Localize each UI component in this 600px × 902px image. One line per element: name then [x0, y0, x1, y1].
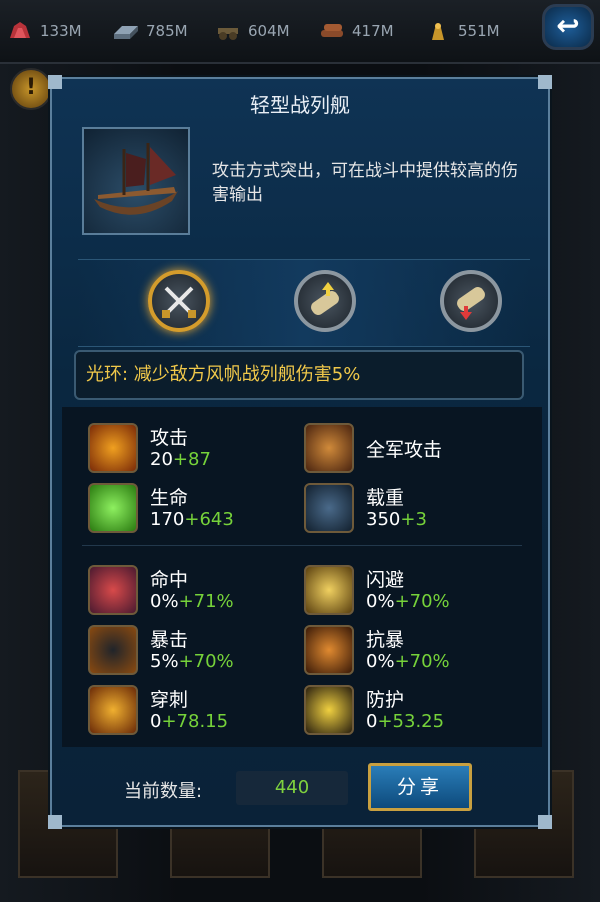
stat-label: 闪避	[366, 569, 405, 591]
tab-downgrade[interactable]	[440, 270, 502, 332]
stat-value: 0%+70%	[366, 591, 450, 612]
stat-bonus: +70%	[394, 591, 450, 612]
crossed-swords-icon	[162, 286, 196, 318]
stat-value: 20+87	[150, 449, 211, 470]
pierce-icon	[88, 685, 138, 735]
resource-value: 604M	[248, 22, 290, 40]
info-tab-strip	[78, 259, 530, 347]
stat-label: 全军攻击	[366, 439, 443, 461]
stat-value: 0%+71%	[150, 591, 234, 612]
gold-coins-icon	[424, 20, 452, 42]
shield-burst-icon	[304, 625, 354, 675]
stat-base: 5%	[150, 651, 179, 672]
resource-item: 133M	[6, 18, 82, 44]
sailing-ship-icon	[94, 143, 178, 215]
resource-value: 785M	[146, 22, 188, 40]
count-value: 440	[236, 771, 348, 805]
stat-base: 0%	[150, 591, 179, 612]
stat-label: 载重	[366, 487, 405, 509]
stat-base: 0%	[366, 651, 395, 672]
alert-icon[interactable]: !	[10, 68, 52, 110]
stat-bonus: +71%	[178, 591, 234, 612]
back-arrow-icon: ↩	[556, 9, 580, 42]
stat-base: 20	[150, 449, 173, 470]
resource-item: 604M	[214, 18, 290, 44]
stat-value: 170+643	[150, 509, 234, 530]
stat-bonus: +3	[400, 509, 427, 530]
scroll-down-icon	[457, 287, 485, 320]
stat-label: 生命	[150, 487, 189, 509]
stat-base: 350	[366, 509, 401, 530]
stat-label: 穿刺	[150, 689, 189, 711]
cannon-icon	[214, 20, 242, 42]
attack-icon	[88, 423, 138, 473]
scroll-up-icon	[311, 282, 339, 315]
dodge-icon	[304, 565, 354, 615]
stat-base: 0	[366, 711, 378, 732]
resource-bar: 133M 785M 604M 417M 551M ↩	[0, 0, 600, 64]
stat-bonus: +87	[172, 449, 211, 470]
unit-info-panel: 轻型战列舰 攻击方式突出，可在战斗中提供较高的伤害输出 光环: 减少敌方风帆战列…	[48, 75, 552, 829]
stat-bonus: +70%	[394, 651, 450, 672]
resource-item: 785M	[112, 18, 188, 44]
stat-base: 0%	[366, 591, 395, 612]
stat-label: 抗暴	[366, 629, 405, 651]
iron-ingot-icon	[112, 20, 140, 42]
stat-value: 0+78.15	[150, 711, 228, 732]
stat-bonus: +643	[184, 509, 234, 530]
heart-icon	[88, 483, 138, 533]
stat-label: 防护	[366, 689, 405, 711]
stat-label: 命中	[150, 569, 189, 591]
resource-item: 551M	[424, 18, 500, 44]
panel-corner	[48, 75, 62, 89]
stat-value: 350+3	[366, 509, 427, 530]
stat-value: 0%+70%	[366, 651, 450, 672]
resource-value: 551M	[458, 22, 500, 40]
stats-divider	[82, 545, 522, 546]
count-label: 当前数量:	[124, 781, 203, 802]
stat-base: 170	[150, 509, 185, 530]
panel-corner	[538, 815, 552, 829]
back-button[interactable]: ↩	[542, 4, 594, 50]
panel-corner	[538, 75, 552, 89]
stat-base: 0	[150, 711, 162, 732]
cannonball-icon	[88, 625, 138, 675]
stat-bonus: +70%	[178, 651, 234, 672]
ship-description: 攻击方式突出，可在战斗中提供较高的伤害输出	[212, 161, 518, 205]
panel-corner	[48, 815, 62, 829]
tab-upgrade[interactable]	[294, 270, 356, 332]
ship-portrait	[82, 127, 190, 235]
stats-table: 攻击 20+87 全军攻击 生命 170+643 载重 350+3 命中 0%+…	[62, 407, 542, 747]
aura-text: 光环: 减少敌方风帆战列舰伤害5%	[74, 350, 524, 400]
panel-title: 轻型战列舰	[250, 93, 350, 117]
stat-label: 攻击	[150, 427, 189, 449]
resource-value: 133M	[40, 22, 82, 40]
stat-label: 暴击	[150, 629, 189, 651]
defense-icon	[304, 685, 354, 735]
cargo-icon	[304, 483, 354, 533]
stat-bonus: +53.25	[377, 711, 445, 732]
powder-keg-icon	[304, 423, 354, 473]
stat-value: 5%+70%	[150, 651, 234, 672]
ruby-ore-icon	[6, 20, 34, 42]
resource-value: 417M	[352, 22, 394, 40]
resource-item: 417M	[318, 18, 394, 44]
stat-value: 0+53.25	[366, 711, 444, 732]
target-icon	[88, 565, 138, 615]
tab-combat[interactable]	[148, 270, 210, 332]
stat-bonus: +78.15	[161, 711, 229, 732]
wood-logs-icon	[318, 20, 346, 42]
share-button[interactable]: 分享	[368, 763, 472, 811]
